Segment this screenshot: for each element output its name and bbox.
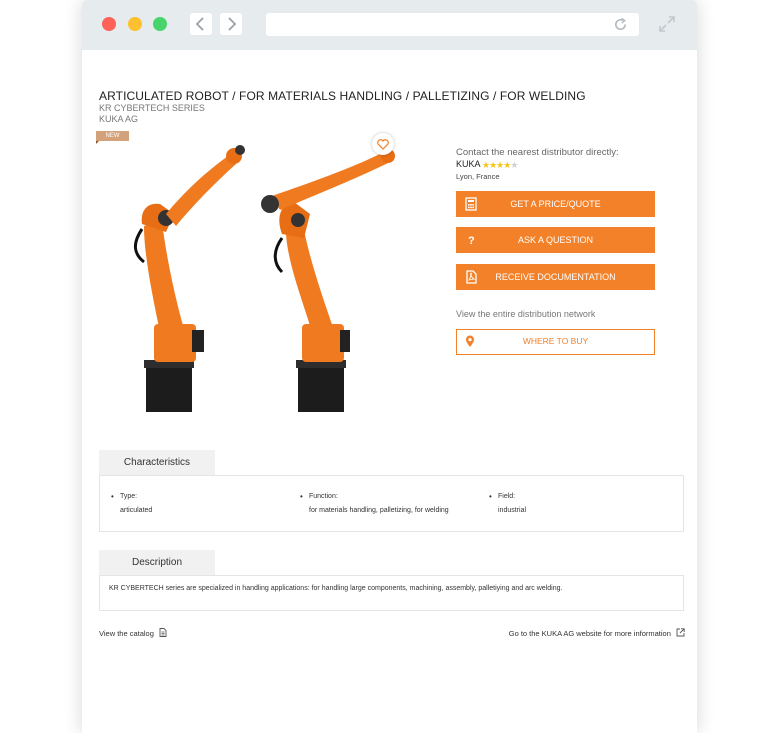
product-page: ARTICULATED ROBOT / FOR MATERIALS HANDLI… bbox=[82, 50, 697, 733]
forward-button[interactable] bbox=[220, 13, 242, 35]
view-catalog-label: View the catalog bbox=[99, 629, 154, 638]
distributor-rating: ★★★★★ bbox=[482, 160, 518, 171]
tab-characteristics[interactable]: Characteristics bbox=[99, 450, 215, 475]
external-link-icon bbox=[676, 628, 685, 637]
view-catalog-link[interactable]: View the catalog bbox=[99, 628, 167, 638]
contact-distributor-text: Contact the nearest distributor directly… bbox=[456, 147, 619, 158]
robot-right-illustration bbox=[261, 149, 395, 412]
where-to-buy-label: WHERE TO BUY bbox=[522, 336, 589, 346]
characteristic-label: Type: bbox=[120, 490, 152, 504]
product-series: KR CYBERTECH SERIES bbox=[99, 103, 205, 113]
product-manufacturer[interactable]: KUKA AG bbox=[99, 114, 138, 124]
characteristic-field: Field: industrial bbox=[498, 490, 526, 518]
browser-window: ARTICULATED ROBOT / FOR MATERIALS HANDLI… bbox=[82, 0, 697, 733]
characteristic-value: industrial bbox=[498, 507, 527, 514]
distribution-network-link[interactable]: View the entire distribution network bbox=[456, 309, 595, 319]
reload-icon[interactable] bbox=[613, 17, 628, 32]
where-to-buy-button[interactable]: WHERE TO BUY bbox=[456, 329, 655, 355]
product-title: ARTICULATED ROBOT / FOR MATERIALS HANDLI… bbox=[99, 89, 586, 103]
close-window-button[interactable] bbox=[102, 17, 116, 31]
heart-icon bbox=[377, 139, 389, 150]
manufacturer-website-label: Go to the KUKA AG website for more infor… bbox=[508, 629, 671, 638]
description-text: KR CYBERTECH series are specialized in h… bbox=[109, 585, 563, 592]
receive-documentation-label: RECEIVE DOCUMENTATION bbox=[495, 272, 616, 282]
get-price-quote-button[interactable]: GET A PRICE/QUOTE bbox=[456, 191, 655, 217]
star-empty-icon: ★ bbox=[510, 160, 518, 170]
favorite-button[interactable] bbox=[372, 133, 394, 155]
robot-product-image[interactable] bbox=[122, 134, 412, 424]
description-panel: KR CYBERTECH series are specialized in h… bbox=[99, 575, 684, 611]
distributor-name[interactable]: KUKA bbox=[456, 159, 481, 169]
ask-question-label: ASK A QUESTION bbox=[517, 235, 594, 245]
chevron-right-icon bbox=[228, 17, 237, 31]
maximize-window-button[interactable] bbox=[153, 17, 167, 31]
characteristic-label: Function: bbox=[309, 490, 449, 504]
document-icon bbox=[159, 628, 167, 637]
back-button[interactable] bbox=[190, 13, 212, 35]
robot-left-illustration bbox=[134, 145, 245, 412]
chevron-left-icon bbox=[195, 17, 204, 31]
browser-toolbar bbox=[82, 0, 697, 50]
ask-question-button[interactable]: ? ASK A QUESTION bbox=[456, 227, 655, 253]
characteristic-function: Function: for materials handling, pallet… bbox=[309, 490, 449, 518]
characteristic-label: Field: bbox=[498, 490, 526, 504]
manufacturer-website-link[interactable]: Go to the KUKA AG website for more infor… bbox=[509, 628, 685, 638]
address-bar[interactable] bbox=[266, 13, 639, 36]
characteristic-type: Type: articulated bbox=[120, 490, 152, 518]
characteristics-panel: Type: articulated Function: for material… bbox=[99, 475, 684, 532]
receive-documentation-button[interactable]: RECEIVE DOCUMENTATION bbox=[456, 264, 655, 290]
characteristic-value: articulated bbox=[120, 507, 153, 514]
characteristic-value: for materials handling, palletizing, for… bbox=[309, 507, 449, 514]
minimize-window-button[interactable] bbox=[128, 17, 142, 31]
distributor-location: Lyon, France bbox=[456, 172, 500, 181]
expand-icon[interactable] bbox=[658, 15, 676, 33]
tab-description[interactable]: Description bbox=[99, 550, 215, 575]
get-price-quote-label: GET A PRICE/QUOTE bbox=[510, 199, 601, 209]
